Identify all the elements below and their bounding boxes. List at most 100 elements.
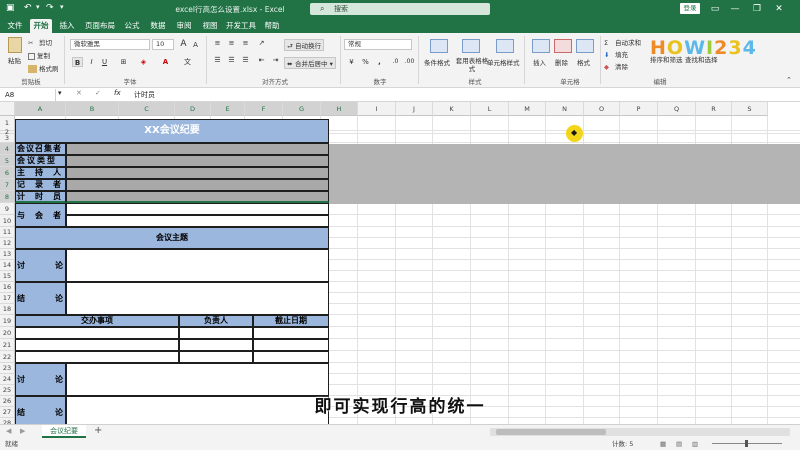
clear-button[interactable]: ◆ 清除: [604, 61, 628, 71]
owner-cell[interactable]: [179, 339, 253, 351]
prev-sheet-icon[interactable]: ◀: [6, 427, 11, 435]
cut-button[interactable]: ✂ 剪切: [28, 37, 52, 47]
currency-icon[interactable]: ¥: [346, 57, 357, 67]
row-header-10[interactable]: 10: [0, 215, 15, 227]
fill-button[interactable]: ⬇ 填充: [604, 49, 628, 59]
row-header-19[interactable]: 19: [0, 315, 15, 327]
underline-button[interactable]: U: [99, 57, 110, 67]
task-cell[interactable]: [15, 339, 179, 351]
tab-developer[interactable]: 开发工具: [225, 19, 257, 33]
redo-button[interactable]: ↷: [46, 3, 54, 13]
value-meeting-type[interactable]: [66, 155, 329, 167]
column-header-q[interactable]: Q: [658, 102, 696, 116]
orientation-icon[interactable]: ↗: [256, 38, 267, 48]
insert-cells-button[interactable]: 插入: [533, 57, 546, 67]
value-attendees-1[interactable]: [66, 203, 329, 215]
border-icon[interactable]: ⊞: [118, 57, 129, 67]
format-painter-button[interactable]: 格式刷: [28, 63, 59, 73]
fill-color-icon[interactable]: ◈: [138, 57, 149, 67]
column-header-g[interactable]: G: [283, 102, 321, 116]
column-header-j[interactable]: J: [396, 102, 433, 116]
align-center-icon[interactable]: ☰: [226, 55, 237, 65]
deadline-cell[interactable]: [253, 327, 329, 339]
row-header-24[interactable]: 24: [0, 374, 15, 385]
owner-cell[interactable]: [179, 327, 253, 339]
column-header-l[interactable]: L: [471, 102, 509, 116]
label-discuss[interactable]: 讨论: [15, 249, 66, 282]
row-header-6[interactable]: 6: [0, 167, 15, 179]
formula-input[interactable]: 计时员: [134, 89, 155, 101]
wrap-text-button[interactable]: ⮐ 自动换行: [284, 39, 324, 51]
increase-indent-icon[interactable]: ⇥: [270, 55, 281, 65]
delete-cells-icon[interactable]: [554, 39, 572, 53]
decrease-indent-icon[interactable]: ⇤: [256, 55, 267, 65]
conditional-format-icon[interactable]: [430, 39, 448, 53]
add-sheet-button[interactable]: +: [94, 425, 102, 436]
delete-cells-button[interactable]: 删除: [555, 57, 568, 67]
label-convener[interactable]: 会议召集者: [15, 143, 66, 155]
insert-cells-icon[interactable]: [532, 39, 550, 53]
topic-header[interactable]: 会议主题: [15, 227, 329, 249]
value-recorder[interactable]: [66, 179, 329, 191]
row-header-5[interactable]: 5: [0, 155, 15, 167]
task-header[interactable]: 交办事项: [15, 315, 179, 327]
deadline-cell[interactable]: [253, 351, 329, 363]
font-color-button[interactable]: A: [160, 57, 171, 67]
paste-icon[interactable]: [8, 37, 22, 53]
align-bottom-icon[interactable]: ≡: [240, 38, 251, 48]
value-convener[interactable]: [66, 143, 329, 155]
row-header-11[interactable]: 11: [0, 227, 15, 238]
name-box[interactable]: A8: [2, 89, 56, 101]
copy-button[interactable]: 复制: [28, 50, 50, 60]
tab-view[interactable]: 视图: [199, 19, 221, 33]
tab-page-layout[interactable]: 页面布局: [82, 19, 118, 33]
row-header-21[interactable]: 21: [0, 339, 15, 351]
save-icon[interactable]: ▣: [6, 3, 15, 13]
tab-home[interactable]: 开始: [30, 19, 52, 33]
row-header-9[interactable]: 9: [0, 203, 15, 215]
next-sheet-icon[interactable]: ▶: [20, 427, 25, 435]
paste-button[interactable]: 粘贴: [8, 55, 21, 65]
comma-button[interactable]: ,: [374, 57, 385, 67]
cell-styles-button[interactable]: 单元格样式: [487, 57, 520, 67]
grow-font-button[interactable]: A: [178, 39, 189, 49]
conditional-format-button[interactable]: 条件格式: [424, 57, 450, 67]
align-right-icon[interactable]: ☰: [240, 55, 251, 65]
column-header-p[interactable]: P: [620, 102, 658, 116]
tab-file[interactable]: 文件: [4, 19, 26, 33]
login-button[interactable]: 登录: [680, 3, 700, 14]
shrink-font-button[interactable]: A: [190, 40, 201, 50]
format-cells-icon[interactable]: [576, 39, 594, 53]
insert-function-button[interactable]: fx: [114, 89, 121, 97]
value-discuss[interactable]: [66, 249, 329, 282]
spreadsheet-grid[interactable]: ABCDEFGHIJKLMNOPQRS 1 2 3 4 5 6 7 8 9 10 11 12 13 14 1…: [0, 102, 800, 424]
merge-center-button[interactable]: ⬌ 合并后居中 ▾: [284, 57, 336, 69]
column-header-f[interactable]: F: [245, 102, 283, 116]
owner-header[interactable]: 负责人: [179, 315, 253, 327]
row-header-14[interactable]: 14: [0, 260, 15, 271]
close-button[interactable]: ✕: [772, 2, 786, 16]
label-conclusion[interactable]: 结论: [15, 282, 66, 315]
column-header-a[interactable]: A: [15, 102, 66, 116]
font-name-select[interactable]: 微软雅黑: [70, 39, 150, 50]
column-header-m[interactable]: M: [509, 102, 546, 116]
bold-button[interactable]: B: [72, 57, 83, 67]
column-header-i[interactable]: I: [358, 102, 396, 116]
phonetic-button[interactable]: 文: [182, 57, 193, 67]
italic-button[interactable]: I: [86, 57, 97, 67]
page-break-icon[interactable]: ▥: [692, 438, 698, 450]
namebox-dropdown-icon[interactable]: ▾: [58, 89, 62, 97]
column-header-h[interactable]: H: [321, 102, 358, 116]
label-attendees[interactable]: 与会者: [15, 203, 66, 227]
label-timer[interactable]: 计时员: [15, 191, 66, 203]
task-cell[interactable]: [15, 327, 179, 339]
row-header-16[interactable]: 16: [0, 282, 15, 293]
table-format-button[interactable]: 套用表格格式: [455, 57, 489, 73]
owner-cell[interactable]: [179, 351, 253, 363]
value-timer[interactable]: [66, 191, 329, 203]
scrollbar-thumb[interactable]: [496, 429, 606, 435]
align-top-icon[interactable]: ≡: [212, 38, 223, 48]
row-header-17[interactable]: 17: [0, 293, 15, 304]
column-header-e[interactable]: E: [211, 102, 245, 116]
decrease-decimal-icon[interactable]: .00: [404, 57, 415, 67]
